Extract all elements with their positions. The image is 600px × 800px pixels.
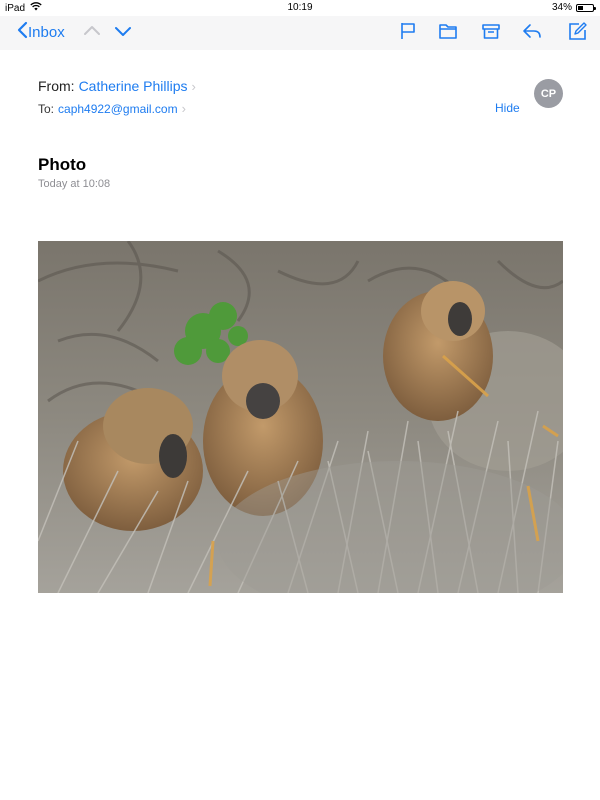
chevron-left-icon bbox=[16, 21, 28, 43]
back-label: Inbox bbox=[28, 23, 65, 41]
move-to-folder-button[interactable] bbox=[436, 21, 460, 45]
archive-button[interactable] bbox=[479, 21, 503, 45]
battery-percent: 34% bbox=[551, 2, 572, 13]
previous-message-button[interactable] bbox=[80, 21, 104, 45]
to-row: To: caph4922@gmail.com › bbox=[38, 101, 186, 116]
avatar[interactable]: CP bbox=[534, 79, 563, 108]
sender-name[interactable]: Catherine Phillips bbox=[79, 78, 188, 94]
from-label: From: bbox=[38, 78, 75, 94]
reply-icon bbox=[521, 20, 543, 47]
folder-icon bbox=[437, 20, 459, 47]
flag-icon bbox=[397, 20, 419, 47]
reply-button[interactable] bbox=[520, 21, 544, 45]
back-to-inbox-button[interactable]: Inbox bbox=[16, 21, 65, 43]
archive-icon bbox=[480, 20, 502, 47]
to-label: To: bbox=[38, 101, 55, 116]
chevron-down-icon bbox=[112, 20, 134, 47]
status-time: 10:19 bbox=[287, 2, 313, 13]
next-message-button[interactable] bbox=[111, 21, 135, 45]
battery-icon bbox=[576, 3, 596, 12]
battery-fill bbox=[578, 5, 583, 10]
status-bar: iPad 10:19 34% bbox=[0, 0, 600, 16]
hide-details-button[interactable]: Hide bbox=[495, 101, 520, 115]
compose-icon bbox=[567, 20, 589, 47]
email-subject: Photo bbox=[38, 155, 87, 174]
email-date: Today at 10:08 bbox=[38, 178, 111, 190]
compose-button[interactable] bbox=[566, 21, 590, 45]
chevron-right-icon: › bbox=[181, 101, 186, 116]
baboons-photo-image bbox=[38, 241, 563, 593]
chevron-up-icon bbox=[81, 20, 103, 47]
recipient-address[interactable]: caph4922@gmail.com bbox=[58, 102, 178, 116]
flag-button[interactable] bbox=[396, 21, 420, 45]
from-row: From: Catherine Phillips › bbox=[38, 78, 196, 94]
photo-attachment[interactable] bbox=[38, 241, 563, 593]
chevron-right-icon: › bbox=[191, 78, 196, 94]
status-right: 34% bbox=[551, 2, 596, 13]
mail-toolbar: Inbox bbox=[0, 16, 600, 50]
